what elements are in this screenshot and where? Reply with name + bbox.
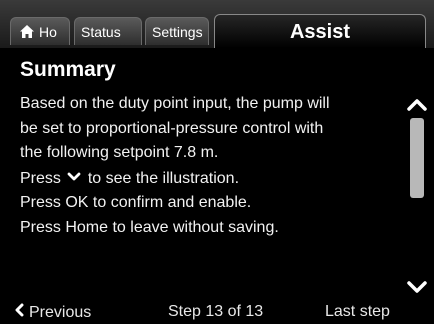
previous-button[interactable]: Previous bbox=[14, 303, 91, 322]
summary-line: Based on the duty point input, the pump … bbox=[20, 95, 330, 112]
summary-text: Based on the duty point input, the pump … bbox=[20, 92, 405, 240]
page-title: Summary bbox=[20, 58, 116, 81]
last-step-label: Last step bbox=[325, 303, 390, 320]
press-label: Press bbox=[20, 169, 61, 187]
footer: Previous Step 13 of 13 Last step bbox=[0, 300, 434, 324]
home-icon bbox=[19, 20, 35, 48]
tab-settings[interactable]: Settings bbox=[145, 17, 209, 45]
previous-label: Previous bbox=[29, 304, 92, 321]
chevron-up-icon[interactable] bbox=[406, 96, 428, 117]
summary-line: Press OK to confirm and enable. bbox=[20, 194, 252, 211]
tab-assist-label: Assist bbox=[289, 21, 351, 43]
chevron-down-icon[interactable] bbox=[406, 280, 428, 301]
chevron-left-icon bbox=[14, 303, 24, 322]
chevron-down-icon bbox=[67, 166, 81, 191]
step-indicator: Step 13 of 13 bbox=[168, 303, 264, 320]
summary-line: Press to see the illustration. bbox=[20, 166, 405, 192]
summary-line: the following setpoint 7.8 m. bbox=[20, 144, 219, 161]
tab-home[interactable]: Ho bbox=[10, 17, 70, 45]
tab-bar: Ho Status Settings Assist bbox=[0, 0, 434, 48]
tab-settings-label: Settings bbox=[152, 24, 203, 40]
summary-line-text: to see the illustration. bbox=[87, 169, 240, 187]
tab-status[interactable]: Status bbox=[74, 17, 142, 45]
tab-home-label: Ho bbox=[39, 24, 57, 40]
scrollbar-thumb[interactable] bbox=[410, 118, 424, 198]
scrollbar[interactable] bbox=[410, 118, 424, 276]
tab-assist[interactable]: Assist bbox=[214, 14, 426, 48]
summary-line: Press Home to leave without saving. bbox=[20, 218, 279, 236]
summary-line: be set to proportional-pressure control … bbox=[20, 119, 324, 137]
tab-status-label: Status bbox=[81, 24, 121, 40]
